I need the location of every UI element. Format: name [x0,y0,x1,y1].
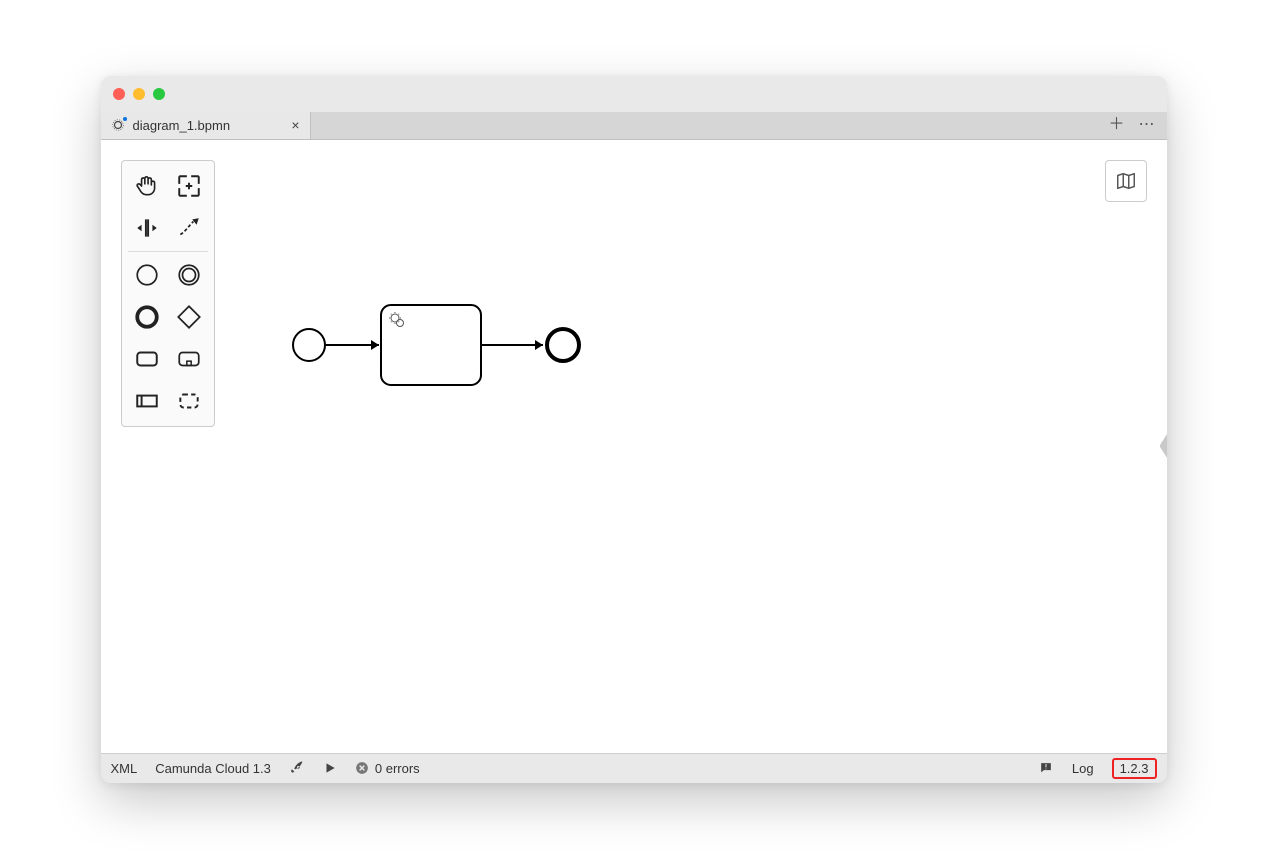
canvas[interactable] [101,140,1167,753]
global-connect-tool[interactable] [168,207,210,249]
xml-toggle[interactable]: XML [111,761,138,776]
end-event-tool[interactable] [126,296,168,338]
minimap-toggle[interactable] [1105,160,1147,202]
engine-profile[interactable]: Camunda Cloud 1.3 [155,761,271,776]
tabbar-actions: ＋ ⋯ [1096,112,1166,139]
tab-overflow-button[interactable]: ⋯ [1139,117,1155,133]
gateway-tool[interactable] [168,296,210,338]
statusbar: XML Camunda Cloud 1.3 0 errors Log 1.2.3 [101,753,1167,783]
new-tab-button[interactable]: ＋ [1108,117,1124,133]
window-zoom-button[interactable] [153,88,165,100]
end-event[interactable] [547,329,579,361]
participant-tool[interactable] [126,380,168,422]
start-event[interactable] [293,329,325,361]
log-toggle[interactable]: Log [1072,761,1094,776]
feedback-button[interactable] [1038,760,1054,776]
tool-palette [121,160,215,427]
bpmn-diagram[interactable] [276,300,606,390]
run-button[interactable] [323,761,337,775]
intermediate-event-tool[interactable] [168,254,210,296]
tab-label: diagram_1.bpmn [133,118,231,133]
version-label[interactable]: 1.2.3 [1112,758,1157,779]
task-tool[interactable] [126,338,168,380]
start-event-tool[interactable] [126,254,168,296]
lasso-tool[interactable] [168,165,210,207]
properties-panel-handle[interactable] [1159,426,1167,466]
play-icon [323,761,337,775]
space-tool[interactable] [126,207,168,249]
window-controls [113,88,165,100]
tabbar: diagram_1.bpmn × ＋ ⋯ [101,112,1167,140]
window-close-button[interactable] [113,88,125,100]
feedback-icon [1038,760,1054,776]
tab-unsaved-badge [122,116,128,122]
subprocess-tool[interactable] [168,338,210,380]
tab-close-button[interactable]: × [291,117,299,133]
bpmn-file-icon [111,118,125,132]
errors-label: 0 errors [375,761,420,776]
deploy-button[interactable] [289,760,305,776]
tab-diagram-1[interactable]: diagram_1.bpmn × [101,112,311,139]
service-task[interactable] [381,305,481,385]
window-titlebar [101,76,1167,112]
rocket-icon [289,760,305,776]
error-icon [355,761,369,775]
app-window: diagram_1.bpmn × ＋ ⋯ [101,76,1167,783]
window-minimize-button[interactable] [133,88,145,100]
hand-tool[interactable] [126,165,168,207]
group-tool[interactable] [168,380,210,422]
errors-indicator[interactable]: 0 errors [355,761,420,776]
